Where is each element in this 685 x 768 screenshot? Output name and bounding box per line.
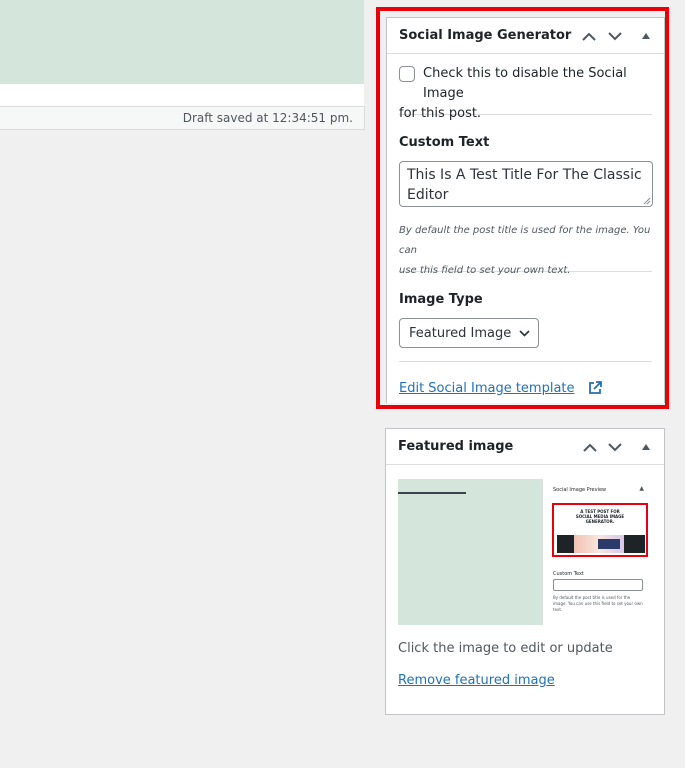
move-up-icon[interactable]: [580, 437, 600, 457]
thumbnail-caret-icon: ▲: [639, 485, 644, 492]
thumbnail-social-image: A TEST POST FOR SOCIAL MEDIA IMAGE GENER…: [552, 503, 648, 557]
image-type-label: Image Type: [399, 292, 483, 307]
thumbnail-image-title: A TEST POST FOR SOCIAL MEDIA IMAGE GENER…: [575, 509, 625, 524]
metabox-header: Featured image: [386, 429, 664, 465]
thumbnail-line: [398, 492, 466, 494]
remove-featured-image-link[interactable]: Remove featured image: [398, 673, 555, 688]
edit-template-link[interactable]: Edit Social Image template: [399, 381, 575, 396]
image-type-selected-value: Featured Image: [409, 325, 512, 341]
disable-checkbox-label-continued[interactable]: for this post.: [399, 104, 652, 124]
thumbnail-image-screen: [598, 539, 620, 549]
featured-image-metabox: Featured image Social Image Preview ▲ A …: [385, 428, 665, 715]
thumbnail-input: [553, 579, 643, 591]
editor-status-bar: Draft saved at 12:34:51 pm.: [0, 106, 365, 130]
disable-social-image-checkbox[interactable]: [399, 66, 415, 82]
move-down-icon[interactable]: [605, 437, 625, 457]
move-down-icon[interactable]: [605, 26, 625, 46]
social-image-generator-metabox: Social Image Generator Check this to dis…: [386, 17, 665, 403]
editor-canvas[interactable]: [0, 0, 364, 84]
thumbnail-panel-title: Social Image Preview: [553, 487, 607, 493]
metabox-header: Social Image Generator: [387, 18, 664, 54]
thumbnail-custom-text-label: Custom Text: [553, 571, 584, 577]
featured-image-thumbnail[interactable]: Social Image Preview ▲ A TEST POST FOR S…: [398, 479, 652, 625]
resize-grip-icon[interactable]: [643, 197, 651, 205]
metabox-title: Social Image Generator: [399, 28, 572, 43]
image-type-select[interactable]: Featured Image: [399, 318, 540, 348]
disable-checkbox-label[interactable]: Check this to disable the Social Image: [399, 64, 652, 104]
thumbnail-help-text: By default the post title is used for th…: [553, 595, 643, 612]
thumbnail-panel: Social Image Preview ▲ A TEST POST FOR S…: [542, 479, 652, 625]
custom-text-label: Custom Text: [399, 135, 490, 150]
chevron-down-icon: [519, 329, 530, 337]
external-link-icon[interactable]: [588, 381, 602, 395]
metabox-title: Featured image: [398, 439, 514, 454]
editor-content-area[interactable]: [0, 84, 364, 106]
collapse-toggle-icon[interactable]: [636, 437, 656, 457]
disable-option: Check this to disable the Social Image f…: [399, 54, 652, 121]
move-up-icon[interactable]: [579, 26, 599, 46]
custom-text-help-line1: By default the post title is used for th…: [399, 225, 651, 256]
custom-text-input[interactable]: This Is A Test Title For The Classic Edi…: [399, 161, 653, 207]
draft-saved-status: Draft saved at 12:34:51 pm.: [182, 111, 353, 125]
featured-image-caption: Click the image to edit or update: [398, 641, 613, 656]
collapse-toggle-icon[interactable]: [636, 26, 656, 46]
